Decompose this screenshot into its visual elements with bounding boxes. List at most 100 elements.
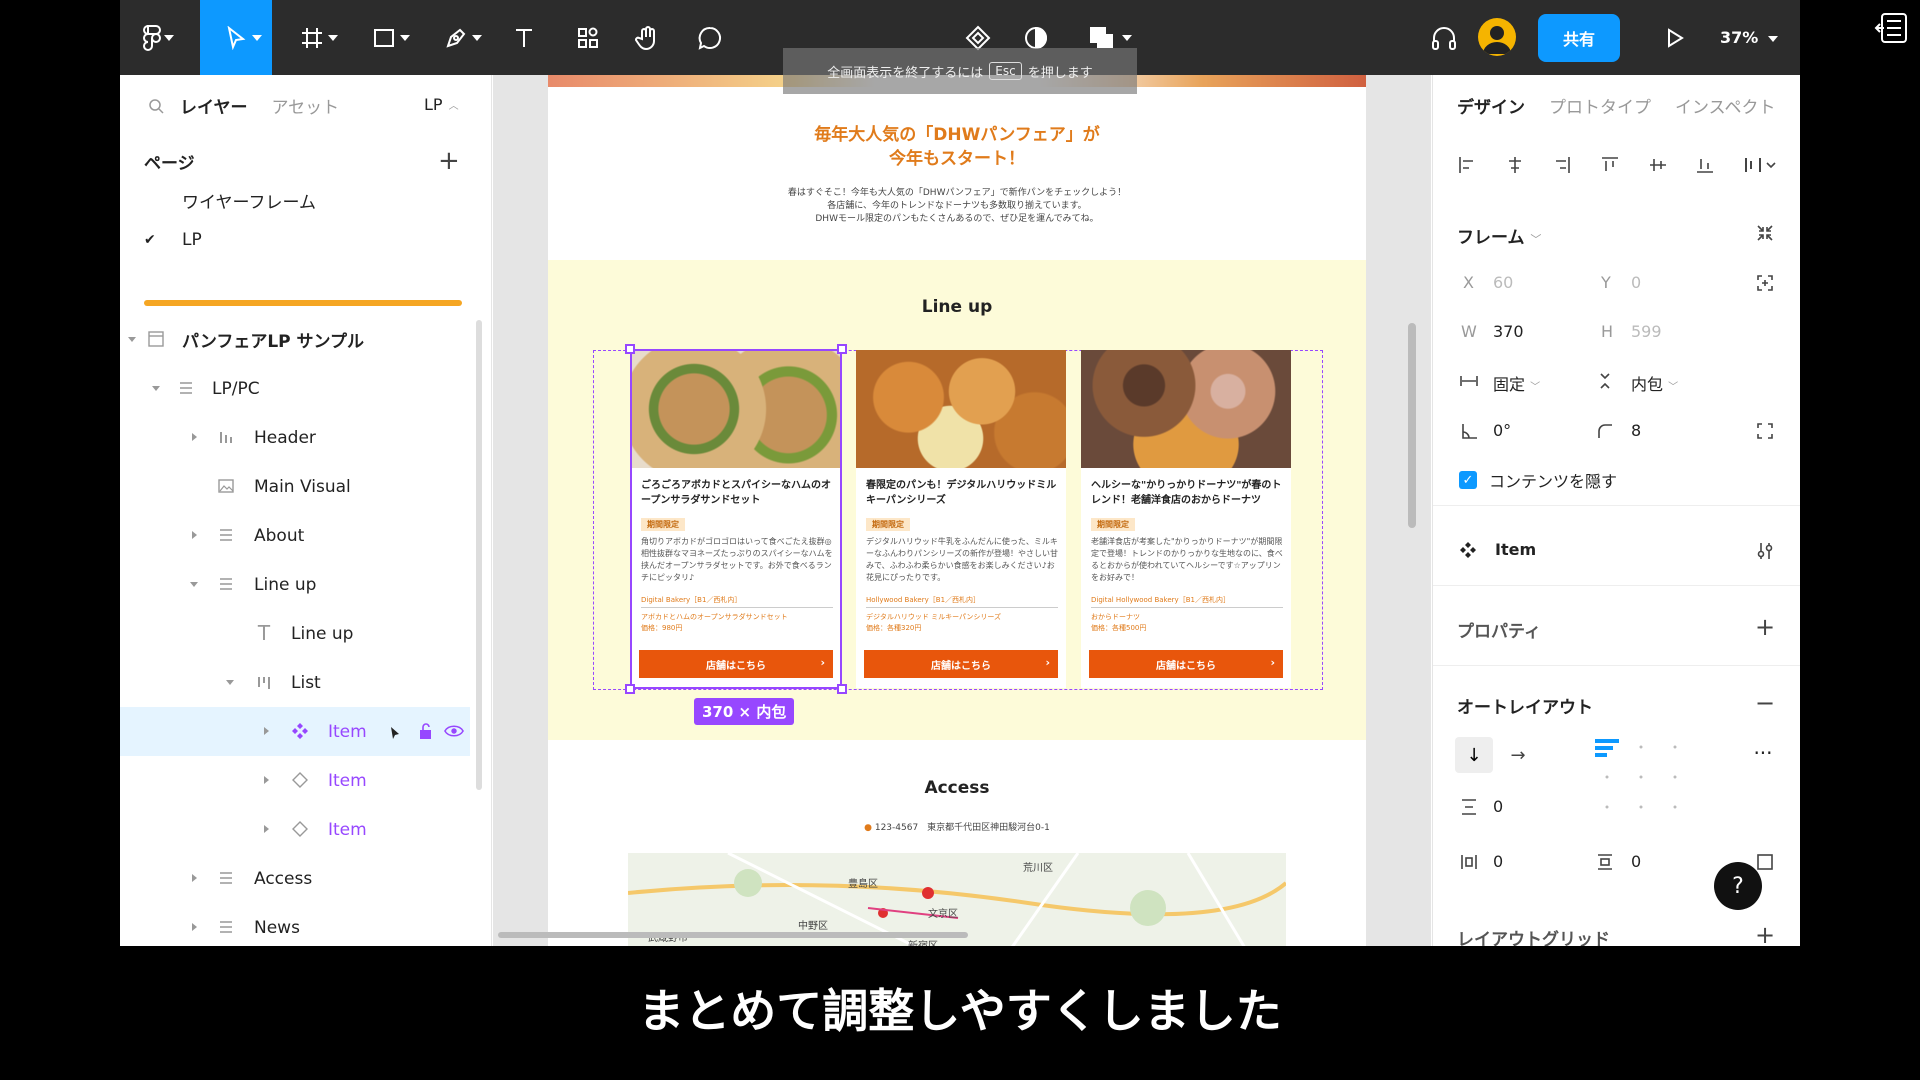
individual-padding-icon[interactable] xyxy=(1755,852,1775,872)
expand-arrow-icon[interactable] xyxy=(152,386,160,391)
eye-icon[interactable] xyxy=(444,721,464,741)
vertical-padding-field[interactable]: 0 xyxy=(1631,852,1641,871)
frame-tool-button[interactable] xyxy=(280,0,344,75)
figma-menu-button[interactable] xyxy=(120,0,184,75)
width-mode-select[interactable]: 固定 ﹀ xyxy=(1493,371,1540,395)
rotation-field[interactable]: 0° xyxy=(1493,421,1511,440)
add-layout-grid-icon[interactable]: + xyxy=(1755,921,1775,946)
hand-tool-button[interactable] xyxy=(620,0,676,75)
collapse-arrow-icon[interactable] xyxy=(192,531,197,539)
add-page-icon[interactable]: + xyxy=(438,146,460,176)
shop-button[interactable]: 店舗はこちら › xyxy=(1089,650,1283,678)
alignment-grid[interactable] xyxy=(1593,735,1689,819)
resize-handle[interactable] xyxy=(837,684,847,694)
audio-button[interactable] xyxy=(1420,0,1468,75)
x-field[interactable]: 60 xyxy=(1493,273,1513,292)
layer-item-instance[interactable]: Item xyxy=(120,805,480,854)
access-title[interactable]: Access xyxy=(548,778,1366,798)
horizontal-padding-field[interactable]: 0 xyxy=(1493,852,1503,871)
component-settings-icon[interactable] xyxy=(1755,541,1775,561)
layer-main-visual[interactable]: Main Visual xyxy=(120,462,480,511)
align-left-icon[interactable] xyxy=(1457,155,1477,175)
tab-assets[interactable]: アセット xyxy=(272,93,340,118)
resources-button[interactable] xyxy=(560,0,616,75)
layer-lineup-section[interactable]: Line up xyxy=(120,560,480,609)
layer-page-frame[interactable]: パンフェアLP サンプル xyxy=(120,315,480,364)
y-field[interactable]: 0 xyxy=(1631,273,1641,292)
resize-handle[interactable] xyxy=(625,344,635,354)
selection-box[interactable] xyxy=(630,349,842,689)
layer-news[interactable]: News xyxy=(120,903,480,946)
layer-header[interactable]: Header xyxy=(120,413,480,462)
zoom-menu[interactable]: 37% xyxy=(1720,0,1779,75)
collapse-icon[interactable] xyxy=(1755,223,1775,243)
pen-tool-button[interactable] xyxy=(424,0,488,75)
collapse-arrow-icon[interactable] xyxy=(264,727,269,735)
layer-lineup-text[interactable]: T Line up xyxy=(120,609,480,658)
help-button[interactable]: ? xyxy=(1714,862,1762,910)
collapse-arrow-icon[interactable] xyxy=(264,776,269,784)
collapse-arrow-icon[interactable] xyxy=(192,433,197,441)
share-button[interactable]: 共有 xyxy=(1538,14,1620,62)
lineup-card[interactable]: ヘルシーな"かりっかりドーナツ"が春のトレンド！老舗洋食店のおからドーナツ 期間… xyxy=(1081,350,1291,688)
lineup-card[interactable]: 春限定のパンも！デジタルハリウッドミルキーパンシリーズ 期間限定 デジタルハリウ… xyxy=(856,350,1066,688)
align-bottom-icon[interactable] xyxy=(1695,155,1715,175)
page-selector[interactable]: LP ︿ xyxy=(424,95,459,114)
direction-vertical-button[interactable]: ↓ xyxy=(1455,737,1493,773)
align-center-h-icon[interactable] xyxy=(1505,155,1525,175)
constraints-icon[interactable] xyxy=(1755,273,1775,293)
layer-about[interactable]: About xyxy=(120,511,480,560)
component-row[interactable]: Item xyxy=(1459,540,1536,559)
layer-list[interactable]: List xyxy=(120,658,480,707)
tab-prototype[interactable]: プロトタイプ xyxy=(1549,93,1651,118)
lineup-title[interactable]: Line up xyxy=(548,297,1366,317)
horizontal-scrollbar[interactable] xyxy=(498,932,968,938)
align-right-icon[interactable] xyxy=(1552,155,1572,175)
user-avatar[interactable] xyxy=(1478,18,1516,56)
layer-access[interactable]: Access xyxy=(120,854,480,903)
collapse-arrow-icon[interactable] xyxy=(264,825,269,833)
comment-tool-button[interactable] xyxy=(682,0,738,75)
layers-scrollbar[interactable] xyxy=(476,320,482,790)
search-icon[interactable] xyxy=(148,98,164,114)
resize-handle[interactable] xyxy=(837,344,847,354)
collapse-arrow-icon[interactable] xyxy=(192,923,197,931)
distribute-icon[interactable] xyxy=(1743,155,1777,175)
tab-design[interactable]: デザイン xyxy=(1457,93,1525,118)
align-top-icon[interactable] xyxy=(1600,155,1620,175)
layer-item-selected[interactable]: Item xyxy=(120,707,470,756)
text-tool-button[interactable] xyxy=(496,0,552,75)
move-tool-button[interactable] xyxy=(200,0,272,75)
align-center-v-icon[interactable] xyxy=(1648,155,1668,175)
width-field[interactable]: 370 xyxy=(1493,322,1524,341)
clip-content-checkbox[interactable]: ✓ コンテンツを隠す xyxy=(1459,468,1617,492)
item-spacing-field[interactable]: 0 xyxy=(1493,797,1503,816)
collapse-arrow-icon[interactable] xyxy=(192,874,197,882)
page-item-lp[interactable]: ✔ LP xyxy=(120,216,492,264)
vertical-scrollbar[interactable] xyxy=(1408,323,1416,528)
panel-toggle-icon[interactable] xyxy=(1874,10,1910,46)
layer-item-instance[interactable]: Item xyxy=(120,756,480,805)
lp-frame[interactable]: 毎年大人気の「DHWパンフェア」が 今年もスタート！ 春はすぐそこ！今年も大人気… xyxy=(548,75,1366,946)
direction-horizontal-button[interactable]: → xyxy=(1499,737,1537,773)
expand-arrow-icon[interactable] xyxy=(128,337,136,342)
present-button[interactable] xyxy=(1650,0,1700,75)
design-canvas[interactable]: 毎年大人気の「DHWパンフェア」が 今年もスタート！ 春はすぐそこ！今年も大人気… xyxy=(493,75,1431,946)
layer-lp-pc[interactable]: LP/PC xyxy=(120,364,480,413)
unlock-icon[interactable] xyxy=(416,721,436,741)
shape-tool-button[interactable] xyxy=(352,0,416,75)
height-field[interactable]: 599 xyxy=(1631,322,1662,341)
corner-radius-field[interactable]: 8 xyxy=(1631,421,1641,440)
more-options-icon[interactable]: ··· xyxy=(1753,741,1773,765)
tab-layers[interactable]: レイヤー xyxy=(180,93,248,118)
resize-handle[interactable] xyxy=(625,684,635,694)
frame-heading[interactable]: フレーム ﹀ xyxy=(1457,223,1541,248)
height-mode-select[interactable]: 内包 ﹀ xyxy=(1631,371,1678,395)
expand-arrow-icon[interactable] xyxy=(190,582,198,587)
remove-autolayout-icon[interactable]: − xyxy=(1755,689,1775,717)
add-property-icon[interactable]: + xyxy=(1755,613,1775,641)
independent-corners-icon[interactable] xyxy=(1755,421,1775,441)
tab-inspect[interactable]: インスペクト xyxy=(1675,93,1775,118)
shop-button[interactable]: 店舗はこちら › xyxy=(864,650,1058,678)
expand-arrow-icon[interactable] xyxy=(226,680,234,685)
